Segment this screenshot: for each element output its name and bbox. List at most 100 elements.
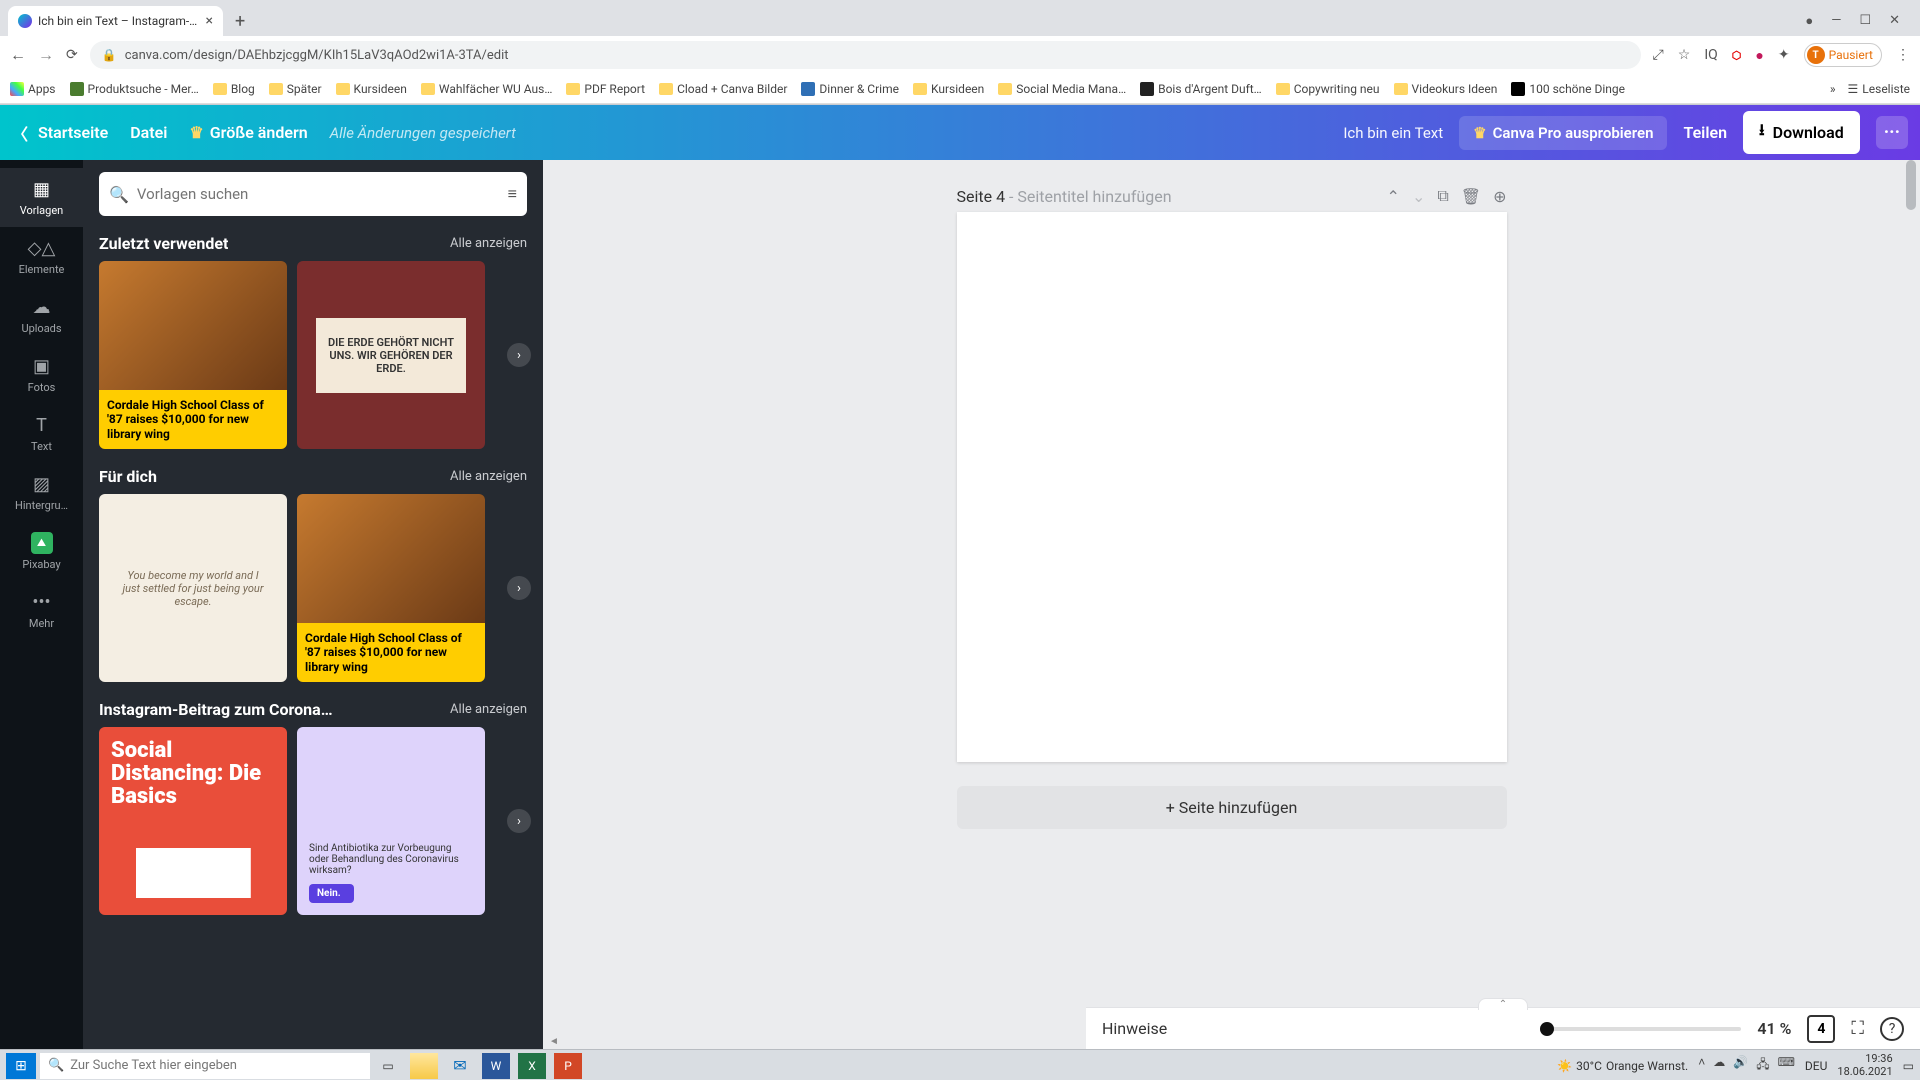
new-tab-button[interactable]: +: [227, 11, 253, 32]
bookmark-item[interactable]: 100 schöne Dinge: [1511, 82, 1625, 96]
template-thumb[interactable]: Social Distancing: Die Basics: [99, 727, 287, 915]
bookmark-item[interactable]: Bois d'Argent Duft…: [1140, 82, 1262, 96]
chrome-icon[interactable]: [662, 1053, 690, 1079]
minimize-icon[interactable]: —: [1831, 13, 1841, 29]
rail-pixabay[interactable]: ⛰Pixabay: [0, 522, 83, 581]
template-thumb[interactable]: Cordale High School Class of '87 raises …: [297, 494, 485, 682]
bookmark-item[interactable]: Dinner & Crime: [801, 82, 899, 96]
extension-dot-icon[interactable]: ●: [1755, 47, 1763, 64]
resize-button[interactable]: ♛ Größe ändern: [189, 123, 307, 142]
home-button[interactable]: 〈 Startseite: [12, 121, 108, 145]
word-icon[interactable]: W: [482, 1053, 510, 1079]
rail-background[interactable]: ▨Hintergru…: [0, 463, 83, 522]
explorer-icon[interactable]: [410, 1053, 438, 1079]
close-tab-icon[interactable]: ×: [206, 13, 213, 29]
add-page-icon[interactable]: ⊕: [1493, 187, 1506, 206]
bookmark-item[interactable]: Social Media Mana…: [998, 82, 1126, 96]
profile-dot-icon[interactable]: ●: [1805, 13, 1813, 29]
powerpoint-icon[interactable]: P: [554, 1053, 582, 1079]
move-up-icon[interactable]: ⌃: [1387, 187, 1400, 206]
reading-list-button[interactable]: ☰Leseliste: [1848, 82, 1910, 96]
see-all-link[interactable]: Alle anzeigen: [450, 702, 527, 717]
extensions-puzzle-icon[interactable]: ✦: [1778, 47, 1790, 63]
bookmark-item[interactable]: Blog: [213, 82, 255, 96]
rail-more[interactable]: •••Mehr: [0, 581, 83, 640]
try-pro-button[interactable]: ♛ Canva Pro ausprobieren: [1459, 116, 1667, 150]
filter-icon[interactable]: ≡: [508, 184, 517, 204]
browser-tab[interactable]: Ich bin ein Text – Instagram-Beit… ×: [8, 6, 223, 36]
language-indicator[interactable]: DEU: [1805, 1059, 1827, 1073]
see-all-link[interactable]: Alle anzeigen: [450, 236, 527, 251]
tray-chevron-icon[interactable]: ˄: [1698, 1055, 1705, 1076]
forward-icon[interactable]: →: [38, 45, 54, 65]
more-menu-button[interactable]: ···: [1876, 116, 1908, 149]
chevron-right-icon[interactable]: ›: [507, 576, 531, 600]
notes-button[interactable]: Hinweise: [1102, 1019, 1167, 1038]
onedrive-icon[interactable]: ☁: [1713, 1055, 1725, 1076]
page-label[interactable]: Seite 4 - Seitentitel hinzufügen: [957, 187, 1172, 206]
add-page-button[interactable]: + Seite hinzufügen: [957, 786, 1507, 829]
bookmark-item[interactable]: Kursideen: [336, 82, 407, 96]
abp-icon[interactable]: ⬡: [1732, 49, 1742, 62]
rail-photos[interactable]: ▣Fotos: [0, 345, 83, 404]
search-input[interactable]: [137, 185, 500, 203]
page-count-button[interactable]: 4: [1807, 1015, 1835, 1043]
bookmark-item[interactable]: Später: [269, 82, 322, 96]
app-icon[interactable]: [770, 1053, 798, 1079]
bookmark-item[interactable]: Copywriting neu: [1276, 82, 1380, 96]
template-thumb[interactable]: DIE ERDE GEHÖRT NICHT UNS. WIR GEHÖREN D…: [297, 261, 485, 449]
spotify-icon[interactable]: [806, 1053, 834, 1079]
task-view-icon[interactable]: ▭: [374, 1053, 402, 1079]
rail-templates[interactable]: ▦Vorlagen: [0, 168, 83, 227]
mail-icon[interactable]: ✉: [446, 1053, 474, 1079]
template-search[interactable]: 🔍 ≡: [99, 172, 527, 216]
duplicate-page-icon[interactable]: ⧉: [1437, 186, 1448, 206]
zoom-icon[interactable]: ⤢: [1653, 47, 1664, 63]
zoom-percent[interactable]: 41 %: [1757, 1019, 1791, 1038]
share-button[interactable]: Teilen: [1683, 123, 1727, 142]
bookmark-item[interactable]: Videokurs Ideen: [1394, 82, 1498, 96]
chevron-right-icon[interactable]: ›: [507, 343, 531, 367]
back-icon[interactable]: ←: [10, 45, 26, 65]
canvas-area[interactable]: Seite 4 - Seitentitel hinzufügen ⌃ ⌄ ⧉ 🗑…: [543, 160, 1920, 1049]
download-button[interactable]: ⭳ Download: [1743, 111, 1860, 154]
rail-uploads[interactable]: ☁Uploads: [0, 286, 83, 345]
page-canvas[interactable]: [957, 212, 1507, 762]
close-window-icon[interactable]: ✕: [1889, 13, 1900, 29]
delete-page-icon[interactable]: 🗑: [1461, 187, 1481, 206]
maximize-icon[interactable]: ☐: [1859, 13, 1871, 29]
file-menu[interactable]: Datei: [130, 123, 167, 142]
bookmark-overflow-icon[interactable]: »: [1830, 82, 1836, 96]
expand-notes-icon[interactable]: ⌃: [1478, 998, 1528, 1010]
app-icon[interactable]: [734, 1053, 762, 1079]
edge-icon[interactable]: [698, 1053, 726, 1079]
apps-button[interactable]: Apps: [10, 82, 56, 96]
help-icon[interactable]: ?: [1880, 1017, 1904, 1041]
vertical-scrollbar[interactable]: [1906, 160, 1916, 1033]
bookmark-star-icon[interactable]: ☆: [1678, 47, 1691, 63]
kebab-menu-icon[interactable]: ⋮: [1896, 47, 1910, 63]
keyboard-icon[interactable]: ⌨: [1778, 1055, 1795, 1076]
bookmark-item[interactable]: Kursideen: [913, 82, 984, 96]
rail-elements[interactable]: ◇△Elemente: [0, 227, 83, 286]
move-down-icon[interactable]: ⌄: [1412, 187, 1425, 206]
fullscreen-icon[interactable]: ⛶: [1851, 1018, 1864, 1039]
reload-icon[interactable]: ⟳: [66, 47, 78, 63]
bookmark-item[interactable]: PDF Report: [566, 82, 645, 96]
bookmark-item[interactable]: Wahlfächer WU Aus…: [421, 82, 553, 96]
weather-widget[interactable]: ☀️ 30°C Orange Warnst.: [1557, 1059, 1688, 1073]
clock[interactable]: 19:36 18.06.2021: [1837, 1053, 1892, 1077]
rail-text[interactable]: TText: [0, 404, 83, 463]
bookmark-item[interactable]: Cload + Canva Bilder: [659, 82, 787, 96]
chevron-right-icon[interactable]: ›: [507, 809, 531, 833]
document-title[interactable]: Ich bin ein Text: [1343, 124, 1443, 142]
app-icon[interactable]: [590, 1053, 618, 1079]
start-button[interactable]: ⊞: [6, 1053, 36, 1079]
excel-icon[interactable]: X: [518, 1053, 546, 1079]
template-thumb[interactable]: Cordale High School Class of '87 raises …: [99, 261, 287, 449]
zoom-slider[interactable]: [1541, 1027, 1741, 1031]
taskbar-search[interactable]: 🔍 Zur Suche Text hier eingeben: [40, 1053, 370, 1079]
volume-icon[interactable]: 🔊: [1733, 1055, 1748, 1076]
network-icon[interactable]: 🖧: [1756, 1055, 1769, 1076]
slider-knob[interactable]: [1540, 1022, 1554, 1036]
